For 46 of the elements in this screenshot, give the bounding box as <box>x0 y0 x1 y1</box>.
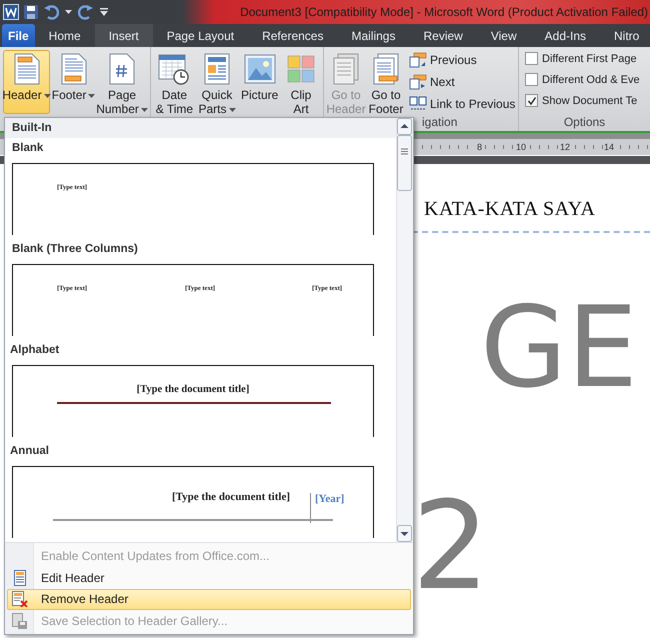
menu-item[interactable]: Edit Header <box>7 567 411 588</box>
ribbon-button[interactable]: Go to Footer <box>367 50 405 114</box>
checkbox-option[interactable]: Show Document Te <box>525 94 640 107</box>
ruler-number: 10 <box>515 142 528 152</box>
ribbon-tab[interactable]: Mailings <box>337 24 410 47</box>
ribbon-tab[interactable]: View <box>476 24 531 47</box>
section-heading: Built-In <box>5 118 396 138</box>
group-label: igation <box>422 115 458 131</box>
ribbon-tab[interactable]: Home <box>34 24 95 47</box>
ribbon-tab[interactable]: References <box>248 24 338 47</box>
ribbon-button[interactable]: Next <box>407 72 518 92</box>
gallery-item-label: Blank <box>11 141 44 156</box>
page-number-text: 2 <box>412 485 491 607</box>
large-text: GE <box>479 289 639 405</box>
ribbon-button[interactable]: Header <box>3 50 50 114</box>
gallery-item-label: Annual <box>9 444 50 459</box>
ruler-number: 8 <box>476 142 484 152</box>
ruler-number: 12 <box>559 142 572 152</box>
header-text: KATA-KATA SAYA <box>424 198 596 221</box>
file-tab[interactable]: File <box>2 24 35 47</box>
header-preview[interactable]: [Type the document title] <box>12 365 374 437</box>
ribbon-tab[interactable]: Review <box>409 24 477 47</box>
ribbon-tab[interactable]: Insert <box>94 24 153 47</box>
placeholder-text: [Type the document title] <box>172 491 290 503</box>
ruler-number: 14 <box>603 142 616 152</box>
ribbon-button[interactable]: Footer <box>52 50 96 114</box>
ribbon-tab[interactable]: Page Layout <box>152 24 248 47</box>
ribbon-tab[interactable]: Add-Ins <box>530 24 600 47</box>
ribbon-button[interactable]: Previous <box>407 50 518 70</box>
ribbon-button[interactable]: Page Number <box>97 50 147 114</box>
checkbox-option[interactable]: Different First Page <box>525 52 640 65</box>
header-preview[interactable]: [Type the document title] [Year] <box>12 466 374 538</box>
gallery-item-label: Alphabet <box>9 343 60 358</box>
placeholder-text: [Type the document title] <box>136 384 250 395</box>
ribbon-button[interactable]: Picture <box>239 50 280 114</box>
gallery-item-label: Blank (Three Columns) <box>11 242 139 257</box>
placeholder-text: [Year] <box>310 493 344 523</box>
menu-item[interactable]: Remove Header <box>7 588 411 610</box>
ribbon-tab[interactable]: Nitro <box>600 24 650 47</box>
ribbon-button[interactable]: Quick Parts <box>196 50 238 114</box>
group-label: Options <box>562 115 606 131</box>
window-title: Document3 [Compatibility Mode] - Microsoft Word (Product Activation Failed) <box>240 5 649 19</box>
ribbon-button[interactable]: Clip Art <box>282 50 320 114</box>
ribbon-button[interactable]: Date & Time <box>154 50 195 114</box>
ribbon-button[interactable]: Link to Previous <box>407 94 518 114</box>
checkbox-option[interactable]: Different Odd & Eve <box>525 73 640 86</box>
